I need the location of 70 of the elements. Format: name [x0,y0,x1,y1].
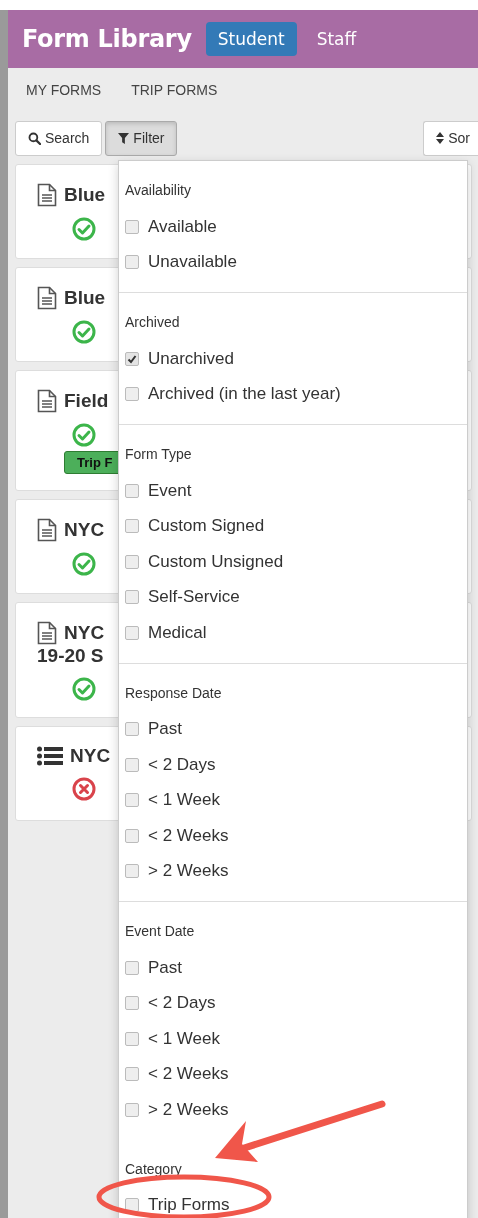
app-title: Form Library [22,25,192,53]
checkbox[interactable] [125,519,139,534]
section-heading: Category [125,1159,183,1179]
filter-option[interactable]: Trip Forms [125,1187,230,1218]
filter-option[interactable]: < 2 Weeks [125,1056,229,1092]
filter-icon [118,132,130,144]
checkbox[interactable] [125,757,139,772]
form-title: Blue [64,184,106,206]
form-title: NYC [64,622,105,644]
filter-option[interactable]: < 2 Days [125,747,216,783]
section-heading: Response Date [125,683,223,703]
section-heading: Form Type [125,445,193,464]
form-title: NYC [70,745,111,767]
form-title: NYC [64,519,105,541]
checkbox[interactable] [125,255,139,270]
filter-option[interactable]: Past [125,711,183,747]
form-title: Field [64,390,109,412]
checkbox[interactable] [125,722,139,737]
filter-option[interactable]: > 2 Weeks [125,853,229,889]
search-button[interactable]: Search [15,120,103,156]
filter-option[interactable]: Medical [125,615,207,651]
checkbox[interactable] [125,219,139,234]
list-icon [37,746,63,766]
search-icon [28,131,41,145]
form-title: Blue [64,287,106,309]
filter-option[interactable]: > 2 Weeks [125,1092,229,1128]
checkbox[interactable] [125,625,139,640]
section-heading: Archived [125,313,181,332]
checkbox[interactable] [125,351,139,366]
filter-option[interactable]: Custom Signed [125,508,265,544]
filter-option[interactable]: Unarchived [125,341,234,377]
checkbox[interactable] [125,828,139,843]
nav-link[interactable]: TRIP FORMS [131,82,218,98]
document-icon [37,518,57,542]
checkbox[interactable] [125,1102,139,1117]
filter-option[interactable]: < 2 Weeks [125,818,229,854]
document-icon [37,183,57,207]
checkbox[interactable] [125,1067,139,1082]
form-title: 19-20 S [37,645,105,667]
filter-option[interactable]: Archived (in the last year) [125,376,341,412]
checkbox[interactable] [125,996,139,1011]
audience-tab[interactable]: Student [205,22,297,56]
checkbox[interactable] [125,483,139,498]
checkbox[interactable] [125,554,139,569]
document-icon [37,621,57,645]
sort-icon [436,132,445,144]
checkbox[interactable] [125,1031,139,1046]
section-heading: Event Date [125,922,196,941]
checkbox[interactable] [125,793,139,808]
checkbox[interactable] [125,960,139,975]
checkbox[interactable] [125,387,139,402]
sort-button[interactable]: Sor [423,120,478,156]
filter-option[interactable]: < 2 Days [125,985,216,1021]
filter-option[interactable]: Past [125,950,183,986]
checkbox[interactable] [125,1198,139,1213]
filter-option[interactable]: Event [125,473,192,509]
checkbox[interactable] [125,864,139,879]
document-icon [37,286,57,310]
section-heading: Availability [125,181,192,200]
audience-tab[interactable]: Staff [304,22,369,56]
filter-option[interactable]: Unavailable [125,244,237,280]
filter-button[interactable]: Filter [105,120,178,156]
filter-option[interactable]: < 1 Week [125,782,220,818]
document-icon [37,389,57,413]
checkbox[interactable] [125,590,139,605]
filter-option[interactable]: Self-Service [125,579,240,615]
filter-option[interactable]: Available [125,209,217,245]
filter-option[interactable]: < 1 Week [125,1021,220,1057]
nav-link[interactable]: MY FORMS [26,82,102,98]
filter-option[interactable]: Custom Unsigned [125,544,284,580]
